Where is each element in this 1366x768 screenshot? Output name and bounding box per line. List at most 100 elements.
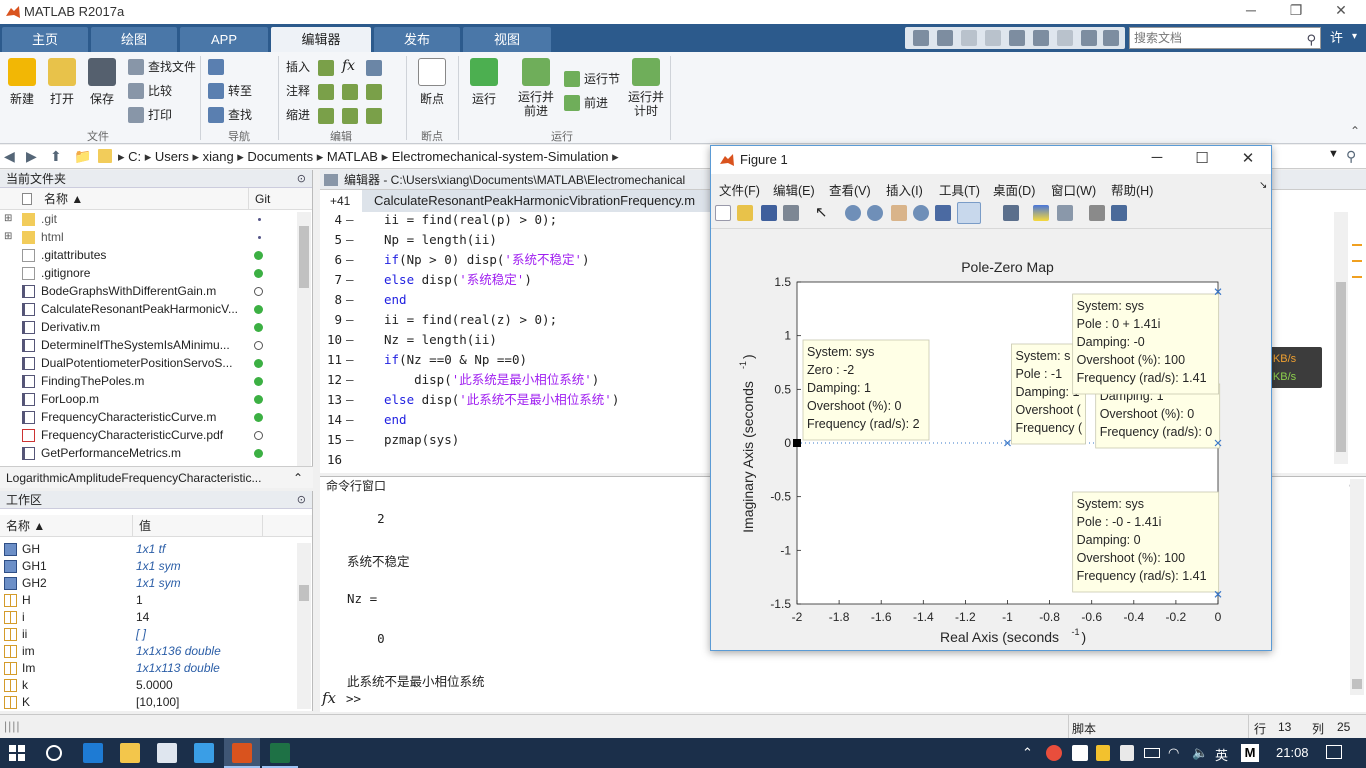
show-plot-tools-icon[interactable] (1111, 205, 1127, 221)
current-path[interactable]: ▸ C: ▸ Users ▸ xiang ▸ Documents ▸ MATLA… (118, 145, 619, 169)
breakpoint-marker[interactable]: – (346, 430, 354, 450)
workspace-variable[interactable]: ii [ ] (0, 626, 312, 643)
zero-marker[interactable] (793, 439, 801, 447)
line-number[interactable]: 11 (320, 350, 342, 370)
workspace-scrollbar[interactable] (297, 543, 311, 709)
uncomment-icon[interactable] (366, 84, 382, 100)
search-icon[interactable]: ⚲ (1306, 30, 1316, 50)
file-explorer-icon[interactable] (120, 743, 140, 763)
breakpoint-marker[interactable]: – (346, 390, 354, 410)
panel-menu-icon[interactable]: ⊙ (297, 491, 306, 509)
file-list-item[interactable]: DualPotentiometerPositionServoS... (0, 354, 312, 372)
comment-icon[interactable] (318, 84, 334, 100)
close-icon[interactable]: ✕ (1233, 149, 1263, 167)
line-number[interactable]: 7 (320, 270, 342, 290)
menu-insert[interactable]: 插入(I) (886, 180, 923, 199)
comment-button[interactable]: 注释 (286, 82, 310, 100)
forward-icon[interactable]: ▶ (26, 148, 37, 165)
line-number[interactable]: 13 (320, 390, 342, 410)
workspace-variable[interactable]: k 5.0000 (0, 677, 312, 694)
collapse-ribbon-icon[interactable]: ⌃ (1350, 124, 1360, 138)
indent-button[interactable]: 缩进 (286, 106, 310, 124)
breakpoint-marker[interactable]: – (346, 410, 354, 430)
internet-explorer-icon[interactable] (194, 743, 214, 763)
file-list-item[interactable]: .gitattributes (0, 246, 312, 264)
menu-window[interactable]: 窗口(W) (1051, 180, 1096, 199)
run-button[interactable]: 运行 (466, 58, 502, 107)
insert-function-icon[interactable] (366, 60, 382, 76)
minimize-icon[interactable]: ─ (1142, 149, 1172, 166)
tab-editor[interactable]: 编辑器 (271, 27, 371, 52)
name-column-header[interactable]: 名称 ▲ (44, 188, 83, 210)
wrap-comment-icon[interactable] (342, 84, 358, 100)
menu-edit[interactable]: 编辑(E) (773, 180, 815, 199)
quick-icon-1[interactable] (913, 30, 929, 46)
ime-language[interactable]: 英 (1215, 745, 1228, 764)
redo-icon[interactable] (1057, 30, 1073, 46)
help-icon[interactable] (1103, 30, 1119, 46)
tab-view[interactable]: 视图 (463, 27, 551, 52)
file-list-item[interactable]: ForLoop.m (0, 390, 312, 408)
volume-icon[interactable]: 🔈 (1192, 745, 1208, 761)
breakpoints-button[interactable]: 断点 (414, 58, 450, 107)
file-list-item[interactable]: FrequencyCharacteristicCurve.m (0, 408, 312, 426)
warning-marker[interactable] (1352, 260, 1362, 262)
tab-apps[interactable]: APP (180, 27, 268, 52)
tab-home[interactable]: 主页 (2, 27, 88, 52)
maximize-icon[interactable]: ☐ (1187, 149, 1217, 167)
zoom-out-icon[interactable] (867, 205, 883, 221)
file-list-item[interactable]: ⊞ .git (0, 210, 312, 228)
pointer-icon[interactable]: ↖ (815, 205, 831, 221)
chevron-down-icon[interactable]: ▼ (1328, 148, 1339, 160)
scrollbar-thumb[interactable] (299, 585, 309, 601)
line-number[interactable]: 5 (320, 230, 342, 250)
editor-scrollbar[interactable] (1334, 212, 1348, 464)
line-number[interactable]: 16 (320, 450, 342, 470)
save-icon[interactable] (937, 30, 953, 46)
pole-zero-map[interactable]: -2 -1.8 -1.6 -1.4 -1.2 -1 -0.8 -0.6 -0.4 -0.2 0 1.5… (711, 230, 1271, 650)
matlab-taskbar-button[interactable] (224, 738, 260, 768)
hide-plot-tools-icon[interactable] (1089, 205, 1105, 221)
workspace-variable[interactable]: im 1x1x136 double (0, 643, 312, 660)
close-icon[interactable]: ✕ (1326, 2, 1356, 19)
editor-tab[interactable]: CalculateResonantPeakHarmonicVibrationFr… (362, 190, 722, 212)
open-file-icon[interactable] (737, 205, 753, 221)
line-number[interactable]: 6 (320, 250, 342, 270)
scrollbar-thumb[interactable] (1336, 282, 1346, 452)
file-list-item[interactable]: .gitignore (0, 264, 312, 282)
warning-marker[interactable] (1352, 276, 1362, 278)
back-forward-buttons[interactable] (208, 58, 231, 76)
command-prompt[interactable]: >> (346, 691, 361, 706)
file-list-item[interactable]: FrequencyCharacteristicCurve.pdf (0, 426, 312, 444)
ime-mode[interactable]: M (1241, 744, 1259, 762)
file-list-item[interactable]: ⊞ html (0, 228, 312, 246)
run-and-time-button[interactable]: 运行并 计时 (624, 58, 668, 118)
breakpoint-marker[interactable]: – (346, 230, 354, 250)
colorbar-icon[interactable] (1033, 205, 1049, 221)
advance-button[interactable]: 前进 (564, 94, 608, 112)
copy-icon[interactable] (985, 30, 1001, 46)
tray-app-icon[interactable] (1046, 745, 1062, 761)
file-list-item[interactable]: GetPerformanceMetrics.m (0, 444, 312, 462)
zoom-in-icon[interactable] (845, 205, 861, 221)
print-button[interactable]: 打印 (128, 106, 172, 124)
chevron-up-icon[interactable]: ⌃ (293, 467, 303, 489)
workspace-variable[interactable]: GH1 1x1 sym (0, 558, 312, 575)
print-figure-icon[interactable] (783, 205, 799, 221)
name-column-header[interactable]: 名称 ▲ (6, 515, 45, 537)
wifi-icon[interactable]: ◠ (1168, 745, 1179, 761)
data-cursor-icon[interactable] (935, 205, 951, 221)
breakpoint-marker[interactable]: – (346, 310, 354, 330)
workspace-variable[interactable]: i 14 (0, 609, 312, 626)
new-figure-icon[interactable] (715, 205, 731, 221)
workspace-variable[interactable]: GH 1x1 tf (0, 541, 312, 558)
cortana-icon[interactable] (46, 745, 62, 761)
breakpoint-marker[interactable]: – (346, 210, 354, 230)
brush-icon[interactable] (957, 202, 981, 224)
notifications-icon[interactable] (1326, 745, 1342, 759)
file-list-item[interactable]: BodeGraphsWithDifferentGain.m (0, 282, 312, 300)
security-shield-icon[interactable] (1096, 745, 1110, 761)
value-column-header[interactable]: 值 (132, 515, 151, 537)
smart-indent-icon[interactable] (318, 108, 334, 124)
search-icon[interactable]: ⚲ (1346, 148, 1356, 165)
